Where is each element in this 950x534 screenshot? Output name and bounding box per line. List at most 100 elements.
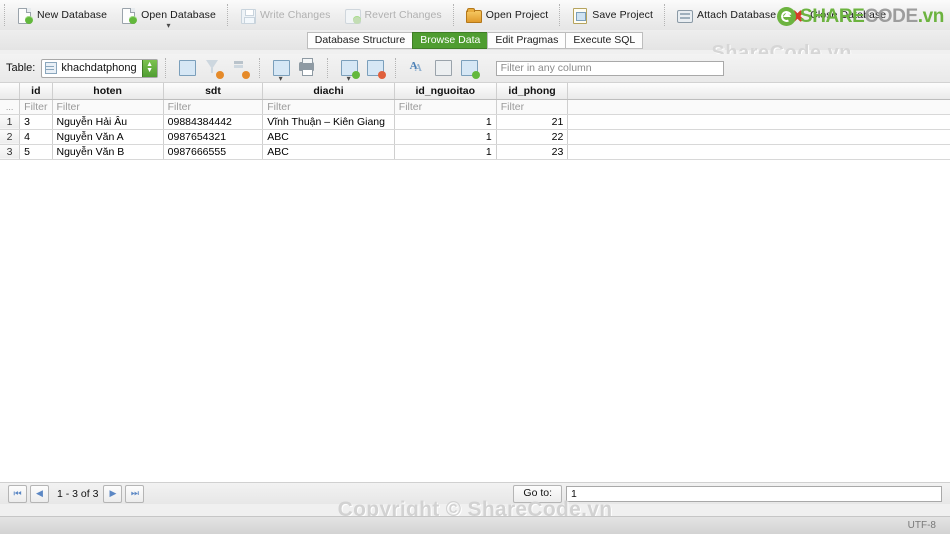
goto-button[interactable]: Go to:: [513, 484, 563, 503]
column-header-diachi[interactable]: diachi: [262, 83, 395, 100]
table-selector[interactable]: khachdatphong ▲ ▼: [41, 58, 158, 78]
filter-cell-sdt[interactable]: Filter: [163, 99, 264, 115]
new-database-label: New Database: [37, 9, 108, 21]
clear-filters-icon[interactable]: [200, 56, 226, 80]
cell-diachi[interactable]: ABC: [262, 144, 395, 160]
sharecode-mark-icon: [776, 6, 796, 26]
row-number[interactable]: 1: [0, 114, 21, 130]
open-project-label: Open Project: [485, 9, 549, 21]
row-number[interactable]: 2: [0, 129, 21, 145]
open-database-icon: [121, 7, 138, 24]
table-selector-value: khachdatphong: [61, 62, 137, 74]
table-row[interactable]: 3 5 Nguyễn Văn B 0987666555 ABC 1 23: [0, 144, 950, 160]
tab-edit-pragmas[interactable]: Edit Pragmas: [487, 31, 566, 49]
attach-database-label: Attach Database: [697, 9, 777, 21]
tab-execute-sql[interactable]: Execute SQL: [565, 31, 644, 49]
brand-part-tld: .vn: [917, 5, 945, 27]
cell-id[interactable]: 4: [19, 129, 53, 145]
next-record-button[interactable]: ▶: [103, 484, 123, 503]
status-bar: UTF-8: [0, 516, 950, 534]
table-icon: [45, 62, 58, 74]
print-icon[interactable]: [294, 56, 320, 80]
clear-sorting-icon[interactable]: [226, 56, 252, 80]
delete-record-icon[interactable]: [362, 56, 388, 80]
insert-record-icon[interactable]: ▾: [336, 56, 362, 83]
cell-id-phong[interactable]: 21: [496, 114, 569, 130]
goto-wrap: Go to:: [147, 484, 942, 503]
goto-input[interactable]: [566, 485, 942, 502]
cell-sdt[interactable]: 09884384442: [163, 114, 264, 130]
chevron-down-icon[interactable]: ▾: [166, 22, 170, 30]
toolbar-separator: [164, 58, 167, 78]
column-header-id-nguoitao[interactable]: id_nguoitao: [394, 83, 497, 100]
toolbar-separator: [226, 4, 229, 26]
cell-diachi[interactable]: Vĩnh Thuận – Kiên Giang: [262, 114, 395, 130]
refresh-icon[interactable]: [174, 56, 200, 80]
edit-cell-icon[interactable]: AA: [404, 56, 430, 80]
cell-sdt[interactable]: 0987666555: [163, 144, 264, 160]
column-header-sdt[interactable]: sdt: [163, 83, 264, 100]
new-database-button[interactable]: New Database: [10, 2, 114, 28]
table-row[interactable]: 2 4 Nguyễn Văn A 0987654321 ABC 1 22: [0, 129, 950, 145]
import-blob-icon[interactable]: [430, 56, 456, 80]
cell-diachi[interactable]: ABC: [262, 129, 395, 145]
cell-id-phong[interactable]: 22: [496, 129, 569, 145]
open-database-button[interactable]: Open Database ▾: [114, 2, 223, 30]
column-header-filler: [567, 83, 950, 100]
filter-cell-id-nguoitao[interactable]: Filter: [394, 99, 497, 115]
filter-cell-filler: [567, 99, 950, 115]
cell-id-phong[interactable]: 23: [496, 144, 569, 160]
table-selector-spinner-icon[interactable]: ▲ ▼: [141, 59, 157, 77]
brand-part-code: CODE: [864, 5, 918, 27]
encoding-label: UTF-8: [907, 520, 936, 531]
toolbar-separator: [452, 4, 455, 26]
open-project-button[interactable]: Open Project: [459, 2, 555, 28]
global-filter-input[interactable]: [495, 60, 724, 76]
cell-hoten[interactable]: Nguyễn Văn A: [52, 129, 164, 145]
revert-changes-button[interactable]: Revert Changes: [338, 2, 449, 28]
toolbar-separator: [664, 4, 666, 26]
save-project-label: Save Project: [592, 9, 653, 21]
record-range-label: 1 - 3 of 3: [57, 487, 99, 500]
cell-id[interactable]: 5: [19, 144, 53, 160]
previous-record-button[interactable]: ◀: [30, 484, 49, 503]
tab-browse-data[interactable]: Browse Data: [412, 31, 488, 49]
dbbrowser-window: New Database Open Database ▾ Write Chang…: [0, 0, 950, 534]
save-results-icon[interactable]: ▾: [268, 56, 294, 83]
toolbar-separator: [394, 58, 397, 78]
revert-changes-label: Revert Changes: [364, 9, 442, 21]
attach-database-button[interactable]: Attach Database: [670, 2, 783, 28]
tab-database-structure[interactable]: Database Structure: [306, 31, 413, 49]
cell-filler: [567, 114, 950, 130]
table-row[interactable]: 1 3 Nguyễn Hải Âu 09884384442 Vĩnh Thuận…: [0, 114, 950, 130]
cell-hoten[interactable]: Nguyễn Văn B: [52, 144, 164, 160]
column-header-id-phong[interactable]: id_phong: [496, 83, 569, 100]
toolbar-separator: [326, 58, 329, 78]
toolbar-separator: [4, 4, 6, 26]
cell-id-nguoitao[interactable]: 1: [394, 114, 497, 130]
set-as-null-icon[interactable]: [456, 56, 482, 80]
save-project-button[interactable]: Save Project: [565, 2, 660, 28]
write-changes-icon: [240, 8, 256, 24]
filter-cell-id[interactable]: Filter: [19, 99, 53, 115]
row-number[interactable]: 3: [0, 144, 21, 160]
column-header-id[interactable]: id: [19, 83, 53, 100]
grid-body: ... Filter Filter Filter Filter Filter F…: [0, 99, 950, 160]
filter-cell-diachi[interactable]: Filter: [262, 99, 395, 115]
column-header-hoten[interactable]: hoten: [52, 83, 164, 100]
filter-cell-id-phong[interactable]: Filter: [496, 99, 569, 115]
cell-hoten[interactable]: Nguyễn Hải Âu: [52, 114, 164, 130]
last-record-button[interactable]: ⏭: [125, 484, 145, 503]
cell-sdt[interactable]: 0987654321: [163, 129, 264, 145]
cell-id-nguoitao[interactable]: 1: [394, 144, 497, 160]
write-changes-button[interactable]: Write Changes: [233, 2, 338, 28]
grid-corner-header[interactable]: [0, 83, 21, 100]
first-record-button[interactable]: ⏮: [8, 484, 27, 503]
main-toolbar: New Database Open Database ▾ Write Chang…: [0, 0, 950, 31]
filter-cell-hoten[interactable]: Filter: [52, 99, 164, 115]
cell-id[interactable]: 3: [19, 114, 53, 130]
global-filter-wrap: [495, 60, 724, 76]
cell-filler: [567, 144, 950, 160]
cell-id-nguoitao[interactable]: 1: [394, 129, 497, 145]
new-database-icon: [17, 7, 33, 24]
